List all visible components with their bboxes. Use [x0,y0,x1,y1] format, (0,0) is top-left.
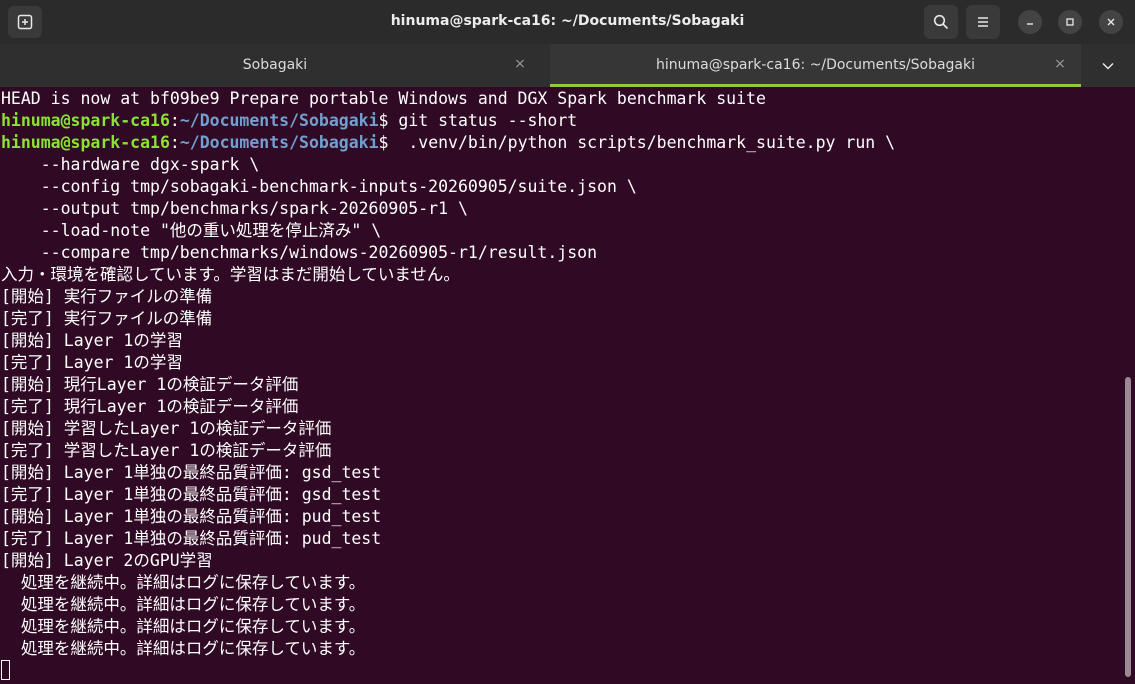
prompt-path: ~/Documents/Sobagaki [179,133,379,152]
terminal-line: [開始] 実行ファイルの準備 [1,287,213,306]
terminal-cursor [1,660,10,680]
tab-list-button[interactable] [1081,44,1135,87]
terminal-line: [開始] Layer 1の学習 [1,331,183,350]
terminal-line: 処理を継続中。詳細はログに保存しています。 [1,573,366,592]
terminal-line: --output tmp/benchmarks/spark-20260905-r… [1,199,468,218]
terminal-line: --load-note "他の重い処理を停止済み" \ [1,221,382,240]
terminal-line: [完了] 実行ファイルの準備 [1,309,213,328]
terminal-line: [完了] 現行Layer 1の検証データ評価 [1,397,299,416]
tab-bar: Sobagaki × hinuma@spark-ca16: ~/Document… [0,44,1135,87]
prompt-separator: : [169,111,180,130]
maximize-button[interactable] [1058,10,1082,34]
command-text: git status --short [388,111,578,130]
chevron-down-icon [1102,62,1114,70]
title-bar: hinuma@spark-ca16: ~/Documents/Sobagaki [0,0,1135,44]
close-button[interactable] [1099,10,1123,34]
window-title: hinuma@spark-ca16: ~/Documents/Sobagaki [390,13,745,29]
terminal-line: --hardware dgx-spark \ [1,155,260,174]
minimize-icon [1027,23,1033,25]
prompt-separator: : [169,133,180,152]
terminal-line: [開始] Layer 1単独の最終品質評価: gsd_test [1,463,382,482]
terminal-line: [完了] 学習したLayer 1の検証データ評価 [1,441,332,460]
tab-terminal-active[interactable]: hinuma@spark-ca16: ~/Documents/Sobagaki … [550,44,1081,87]
tab-close-icon[interactable]: × [512,56,528,72]
terminal-line: [完了] Layer 1の学習 [1,353,183,372]
terminal-line: 処理を継続中。詳細はログに保存しています。 [1,617,366,636]
terminal-line: [完了] Layer 1単独の最終品質評価: pud_test [1,529,382,548]
prompt-user: hinuma@spark-ca16 [1,133,170,152]
terminal-line: [完了] Layer 1単独の最終品質評価: gsd_test [1,485,382,504]
minimize-button[interactable] [1018,10,1042,34]
tab-sobagaki[interactable]: Sobagaki × [0,44,550,87]
terminal-line: [開始] 学習したLayer 1の検証データ評価 [1,419,332,438]
search-button[interactable] [924,5,958,39]
tab-label: hinuma@spark-ca16: ~/Documents/Sobagaki [655,57,976,73]
close-icon [1107,18,1115,26]
terminal-line: [開始] Layer 1単独の最終品質評価: pud_test [1,507,382,526]
prompt-line: hinuma@spark-ca16:~/Documents/Sobagaki$ … [1,110,577,132]
prompt-dollar: $ [378,111,389,130]
prompt-dollar: $ [378,133,389,152]
terminal-line: 入力・環境を確認しています。学習はまだ開始していません。 [1,265,460,284]
search-icon [933,14,949,30]
scrollbar[interactable] [1125,377,1131,677]
command-text: .venv/bin/python scripts/benchmark_suite… [388,133,896,152]
terminal-line: [開始] 現行Layer 1の検証データ評価 [1,375,299,394]
prompt-path: ~/Documents/Sobagaki [179,111,379,130]
maximize-icon [1066,18,1074,26]
terminal-line: 処理を継続中。詳細はログに保存しています。 [1,639,366,658]
prompt-line: hinuma@spark-ca16:~/Documents/Sobagaki$ … [1,132,895,154]
terminal-line: --config tmp/sobagaki-benchmark-inputs-2… [1,177,637,196]
terminal-line: --compare tmp/benchmarks/windows-2026090… [1,243,598,262]
terminal-line: 処理を継続中。詳細はログに保存しています。 [1,595,366,614]
tab-label: Sobagaki [242,57,308,73]
terminal-line: [開始] Layer 2のGPU学習 [1,551,213,570]
terminal-output[interactable]: HEAD is now at bf09be9 Prepare portable … [0,87,1135,684]
tab-close-icon[interactable]: × [1052,56,1068,72]
terminal-line: HEAD is now at bf09be9 Prepare portable … [1,89,766,108]
prompt-user: hinuma@spark-ca16 [1,111,170,130]
hamburger-menu-icon [978,17,988,27]
menu-button[interactable] [966,5,1000,39]
